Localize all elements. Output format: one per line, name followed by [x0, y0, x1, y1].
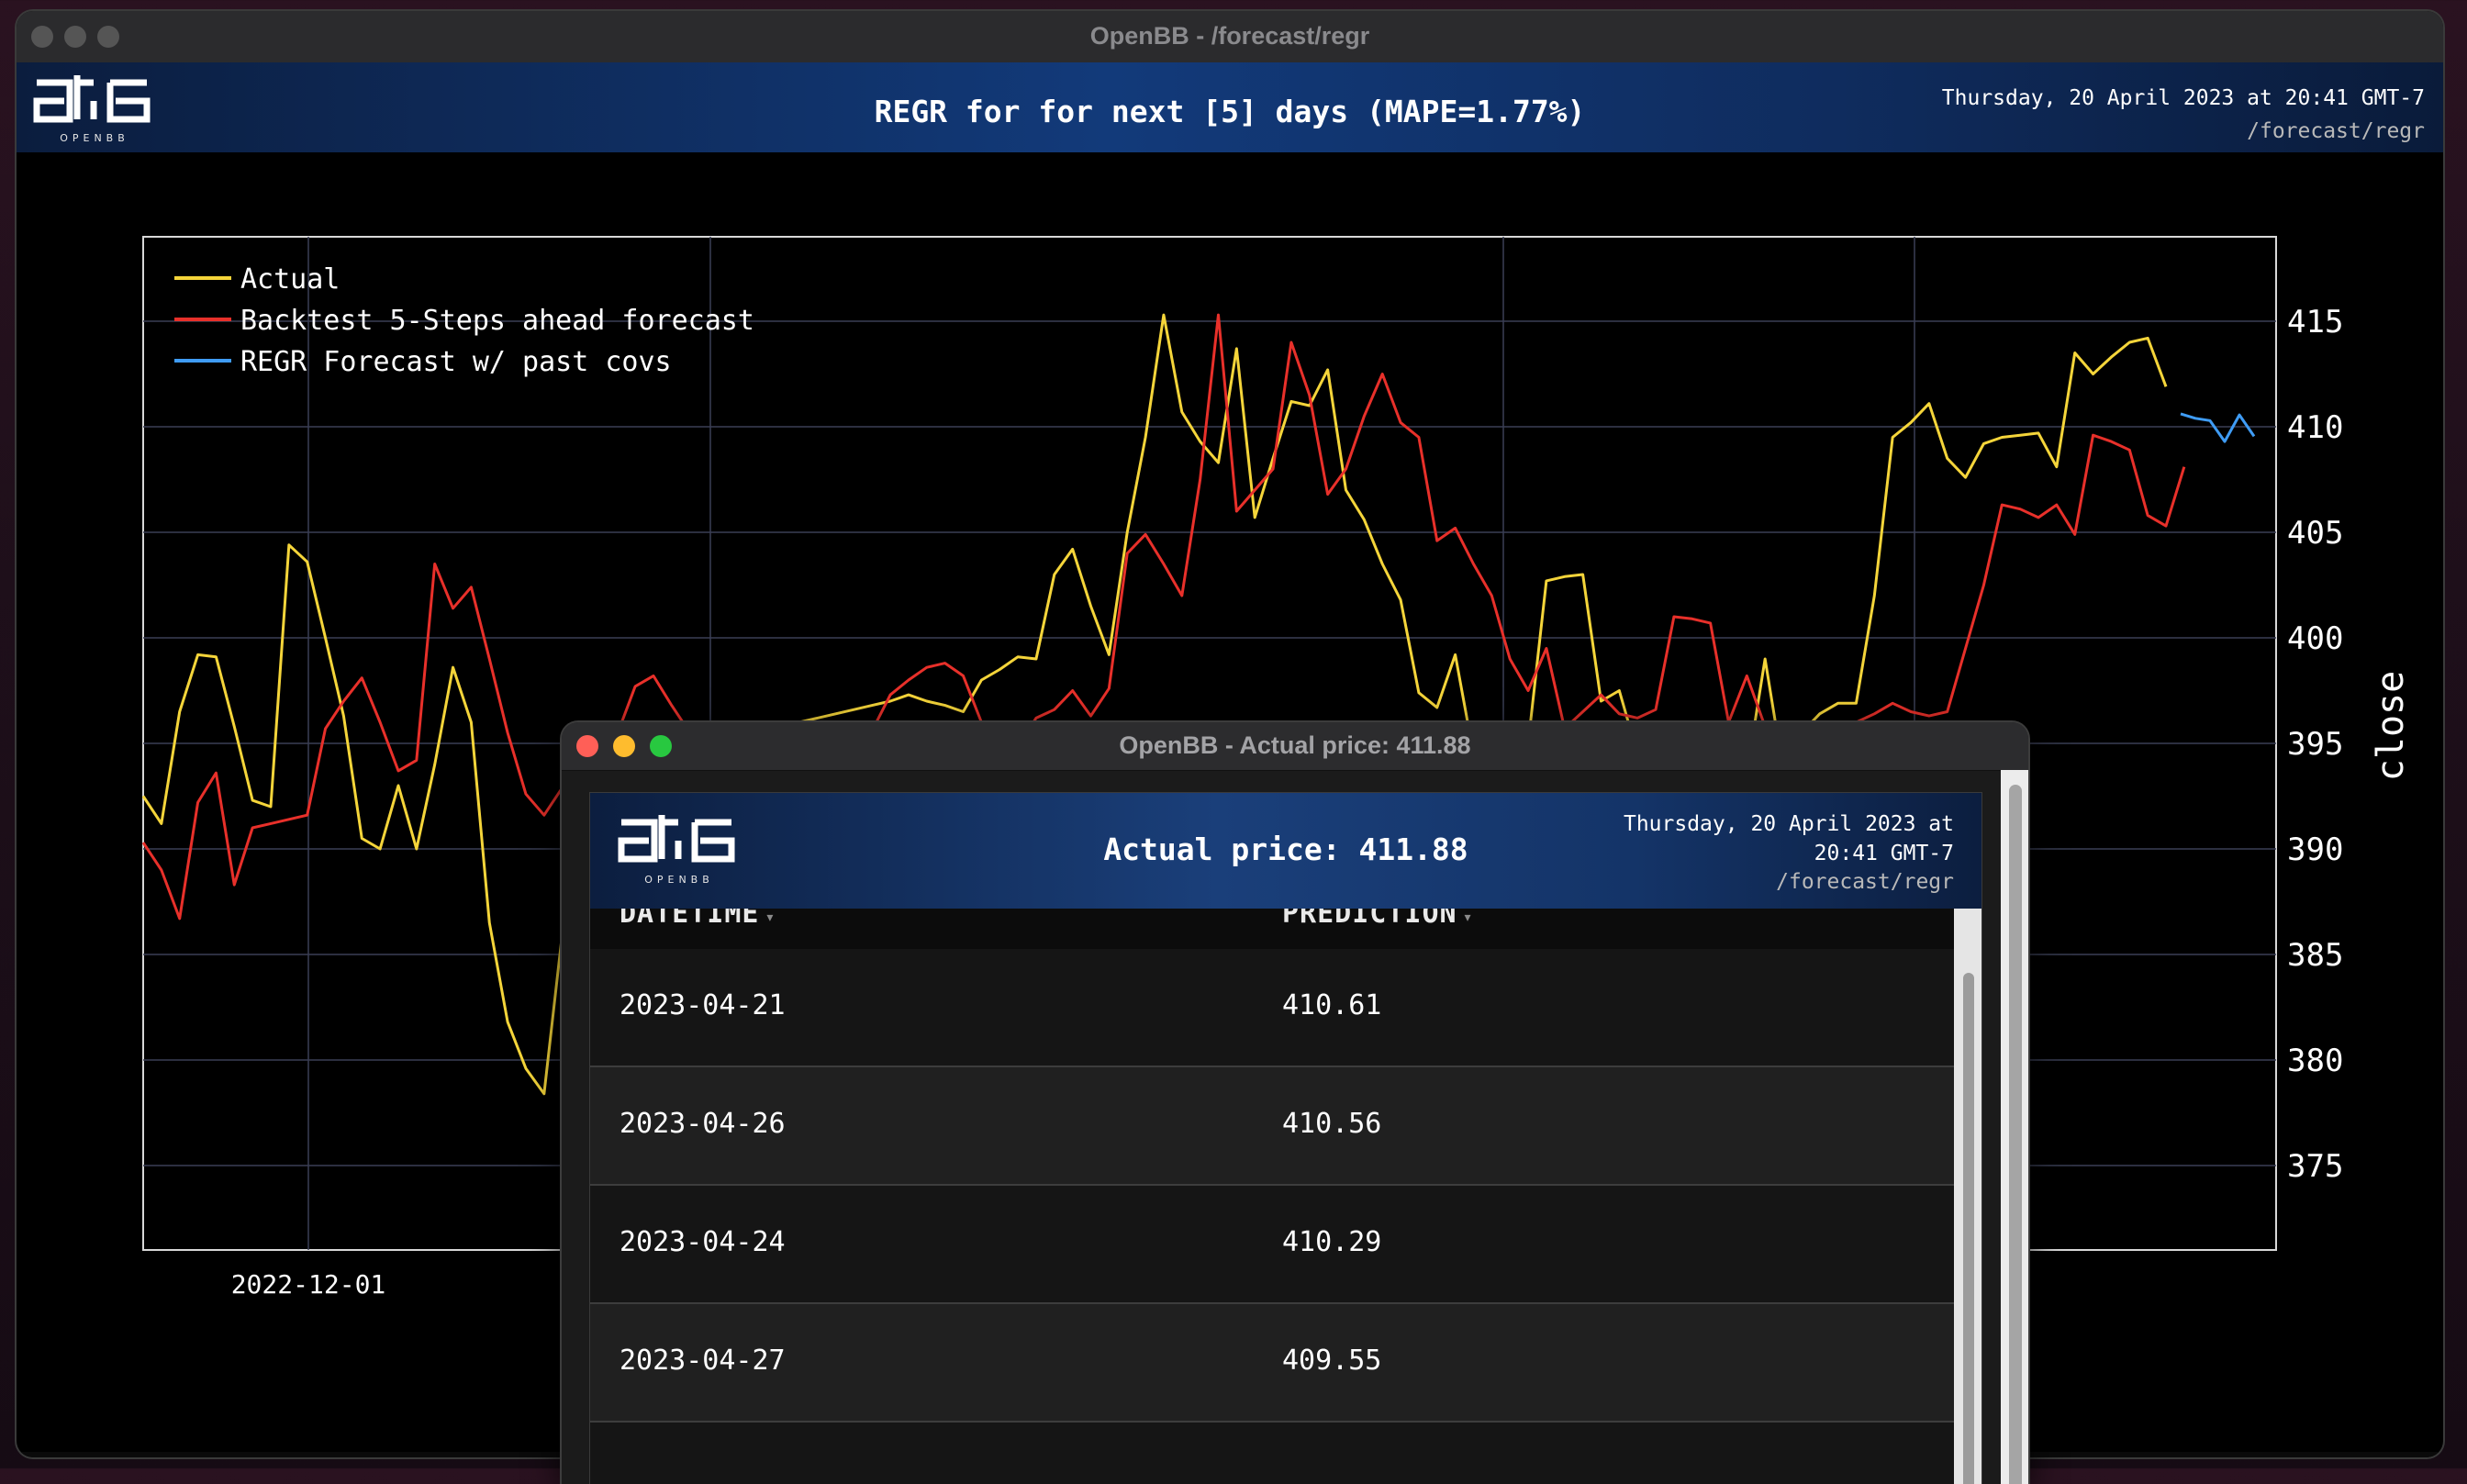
y-axis-label: close [2370, 671, 2412, 781]
cell-datetime: 2023-04-21 [620, 989, 786, 1021]
popup-content: OPENBB Actual price: 411.88 Thursday, 20… [589, 792, 1982, 1484]
y-tick-label: 375 [2287, 1148, 2343, 1185]
cell-datetime: 2023-04-26 [620, 1108, 786, 1140]
table-row[interactable]: 2023-04-24 410.29 [590, 1186, 1954, 1304]
cell-prediction: 410.56 [1282, 1108, 1382, 1140]
popup-scrollbar-thumb[interactable] [2009, 785, 2022, 1484]
app-header: OPENBB REGR for for next [5] days (MAPE=… [17, 62, 2443, 152]
table-scrollbar-thumb[interactable] [1963, 973, 1974, 1484]
cell-prediction: 409.55 [1282, 1345, 1382, 1377]
y-tick-label: 405 [2287, 515, 2343, 552]
popup-header-route: /forecast/regr [1776, 870, 1954, 894]
cell-datetime: 2023-04-27 [620, 1345, 786, 1377]
logo-caption: OPENBB [60, 132, 129, 144]
window-titlebar[interactable]: OpenBB - /forecast/regr [17, 11, 2443, 63]
popup-titlebar[interactable]: OpenBB - Actual price: 411.88 [562, 722, 2028, 771]
y-axis-ticks: 375 380 385 390 395 400 405 410 415 [2287, 304, 2343, 1185]
header-route: /forecast/regr [2247, 119, 2425, 143]
cell-prediction: 410.29 [1282, 1226, 1382, 1258]
cell-datetime: 2023-04-24 [620, 1226, 786, 1258]
table-row[interactable]: 2023-04-26 410.56 [590, 1067, 1954, 1186]
legend-entry[interactable]: Backtest 5-Steps ahead forecast [240, 305, 754, 337]
y-tick-label: 410 [2287, 409, 2343, 446]
sort-icon[interactable]: ▾ [765, 908, 776, 927]
legend-entry[interactable]: REGR Forecast w/ past covs [240, 346, 672, 378]
y-tick-label: 390 [2287, 831, 2343, 868]
y-tick-label: 380 [2287, 1043, 2343, 1079]
x-tick-label: 2022-12-01 [231, 1269, 386, 1300]
popup-header: OPENBB Actual price: 411.88 Thursday, 20… [590, 793, 1981, 909]
window-title: OpenBB - /forecast/regr [1089, 22, 1370, 50]
sort-icon[interactable]: ▾ [1463, 908, 1474, 927]
y-tick-label: 385 [2287, 937, 2343, 974]
y-tick-label: 395 [2287, 726, 2343, 763]
table-row[interactable]: 2023-04-21 410.61 [590, 949, 1954, 1067]
legend-entry[interactable]: Actual [240, 263, 340, 296]
popup-title: OpenBB - Actual price: 411.88 [1119, 731, 1471, 759]
y-tick-label: 400 [2287, 620, 2343, 657]
y-tick-label: 415 [2287, 304, 2343, 340]
header-date: Thursday, 20 April 2023 at 20:41 GMT-7 [1941, 86, 2425, 110]
x-axis-ticks: 2022-12-01 [231, 1269, 386, 1300]
table-scrollbar[interactable] [1954, 909, 1981, 1484]
logo-caption: OPENBB [644, 874, 714, 886]
cell-prediction: 410.61 [1282, 989, 1382, 1021]
popup-scrollbar[interactable] [2001, 770, 2028, 1484]
popup-header-date: Thursday, 20 April 2023 at 20:41 GMT-7 [1623, 812, 1954, 865]
table-row[interactable] [590, 1423, 1954, 1484]
popup-window: OpenBB - Actual price: 411.88 OPENBB Act… [562, 722, 2028, 1484]
table-row[interactable]: 2023-04-27 409.55 [590, 1304, 1954, 1423]
